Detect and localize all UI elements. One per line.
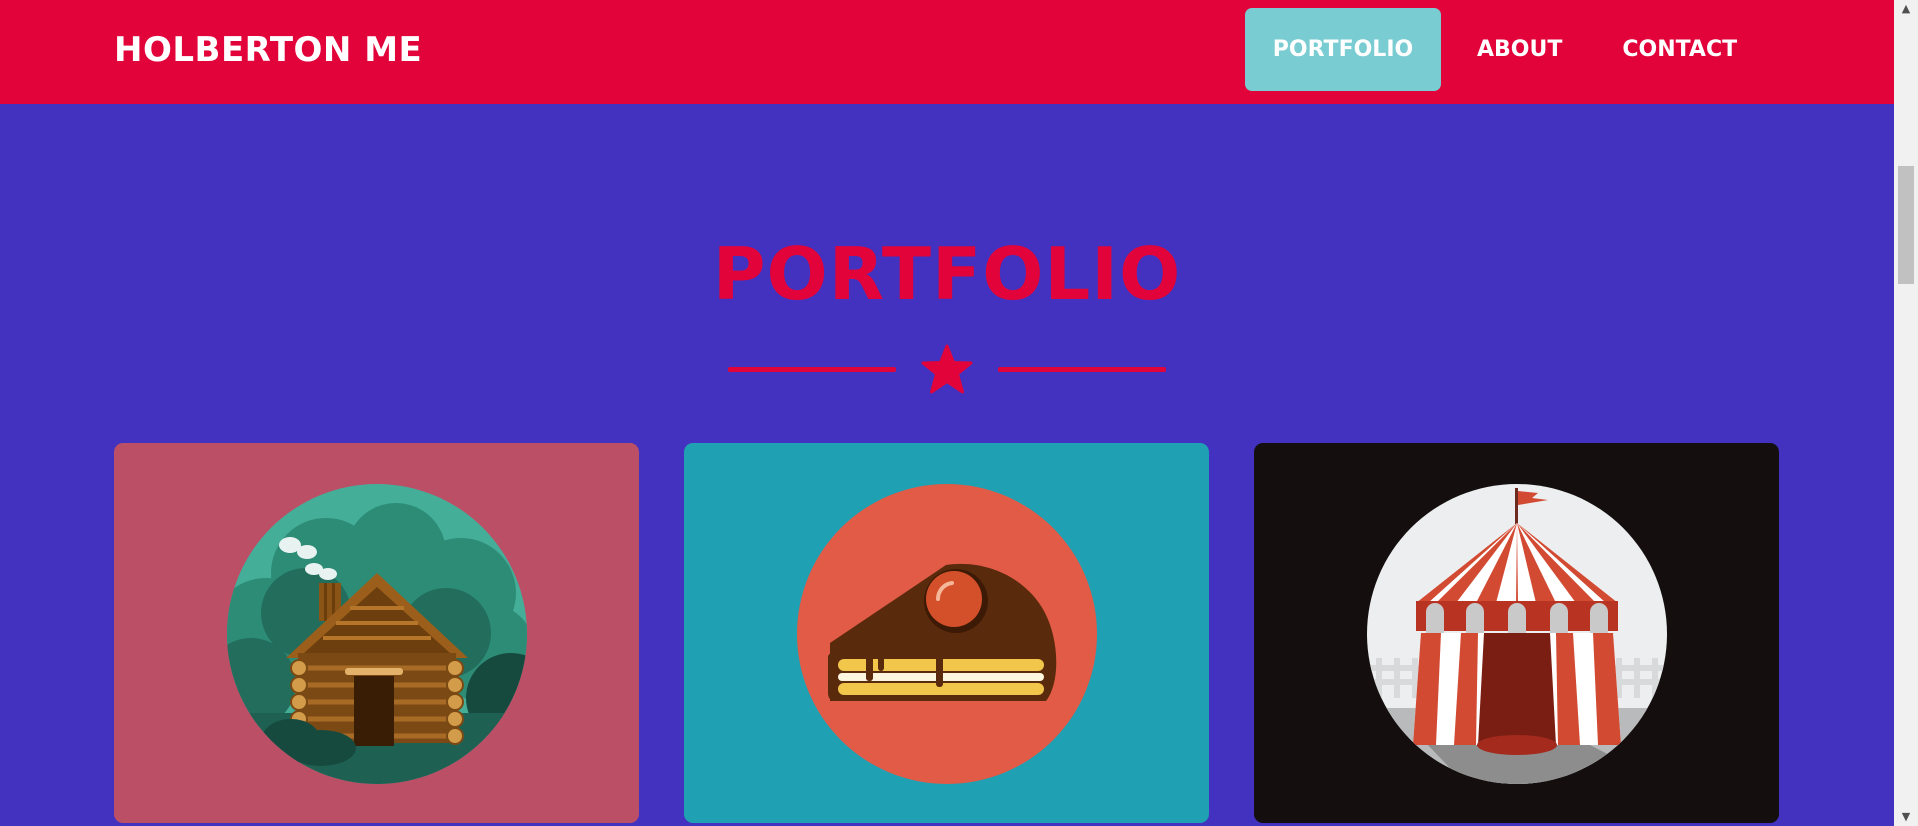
main-nav: PORTFOLIO ABOUT CONTACT [1245, 8, 1761, 91]
scrollbar-thumb[interactable] [1898, 166, 1914, 284]
nav-link-about[interactable]: ABOUT [1453, 8, 1586, 91]
cake-slice-icon [797, 484, 1097, 784]
nav-link-contact[interactable]: CONTACT [1598, 8, 1761, 91]
divider-line-right [998, 367, 1166, 372]
log-cabin-icon [227, 484, 527, 784]
scroll-up-arrow-icon[interactable]: ▲ [1894, 0, 1918, 18]
portfolio-item-cake[interactable] [684, 443, 1209, 823]
page-viewport: HOLBERTON ME PORTFOLIO ABOUT CONTACT POR… [0, 0, 1894, 826]
star-icon [921, 344, 973, 394]
page: HOLBERTON ME PORTFOLIO ABOUT CONTACT POR… [0, 0, 1918, 826]
circus-tent-icon [1367, 484, 1667, 784]
portfolio-item-cabin[interactable] [114, 443, 639, 823]
divider-line-left [728, 367, 896, 372]
brand-logo[interactable]: HOLBERTON ME [114, 28, 422, 72]
scroll-down-arrow-icon[interactable]: ▼ [1894, 808, 1918, 826]
portfolio-item-circus[interactable] [1254, 443, 1779, 823]
section-title: PORTFOLIO [712, 232, 1182, 316]
section-divider [728, 344, 1166, 396]
vertical-scrollbar[interactable]: ▲ ▼ [1894, 0, 1918, 826]
navbar: HOLBERTON ME PORTFOLIO ABOUT CONTACT [0, 0, 1894, 104]
nav-link-portfolio[interactable]: PORTFOLIO [1245, 8, 1441, 91]
